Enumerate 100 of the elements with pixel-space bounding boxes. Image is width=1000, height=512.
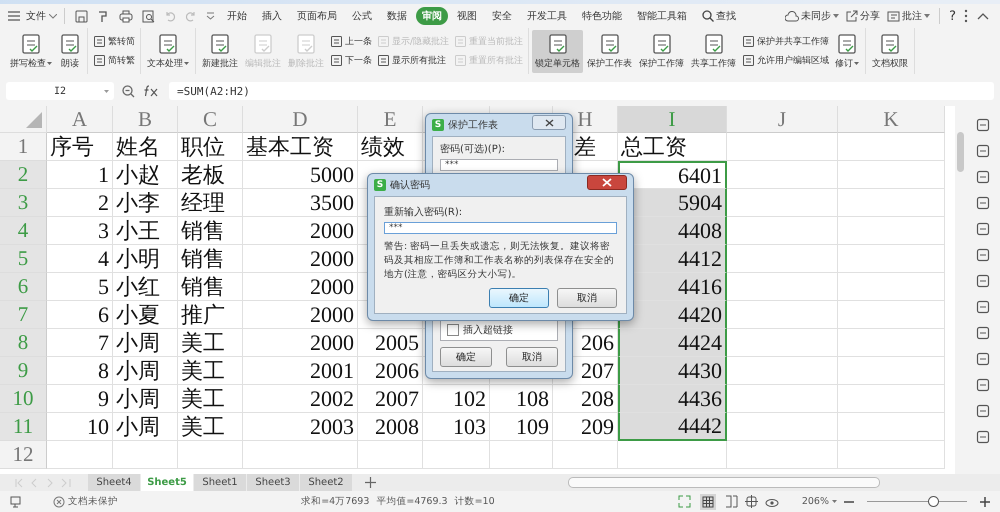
ribbon-button[interactable]: 保护工作表 <box>584 30 636 72</box>
share-button[interactable]: 分享 <box>846 9 880 23</box>
cancel-button[interactable]: 取消 <box>506 347 558 367</box>
sidebar-tool-icon[interactable] <box>976 378 990 392</box>
ribbon-button[interactable]: 修订 <box>832 30 862 72</box>
sidebar-tool-icon[interactable] <box>976 274 990 288</box>
file-menu[interactable]: 文件 <box>26 9 46 23</box>
ribbon-tab[interactable]: 开发工具 <box>521 7 573 25</box>
sidebar-tool-icon[interactable] <box>976 196 990 210</box>
grid-view-icon[interactable] <box>700 494 716 510</box>
table-cell: 小李 <box>113 189 178 217</box>
more-icon[interactable] <box>964 9 968 23</box>
password-field[interactable]: *** <box>440 159 558 171</box>
ribbon-button[interactable]: 简转繁 <box>91 53 137 68</box>
menu-icon[interactable] <box>8 11 20 21</box>
ribbon-button[interactable]: 显示所有批注 <box>375 53 452 68</box>
table-cell: 小周 <box>113 385 178 413</box>
sidebar-tool-icon[interactable] <box>976 404 990 418</box>
function-icon[interactable] <box>143 85 159 97</box>
save-icon[interactable] <box>75 10 88 22</box>
column-header[interactable]: A <box>47 106 113 133</box>
column-header[interactable]: J <box>727 106 838 133</box>
cancel-button[interactable]: 取消 <box>557 288 617 308</box>
protection-status[interactable]: 文档未保护 <box>53 495 118 508</box>
sheet-tab[interactable]: Sheet1 <box>194 474 246 491</box>
ribbon-tab[interactable]: 安全 <box>486 7 518 25</box>
comment-icon <box>887 10 900 22</box>
column-header[interactable]: C <box>178 106 243 133</box>
row-header[interactable]: 1 <box>0 133 47 161</box>
ribbon-button[interactable]: 文本处理 <box>144 30 192 72</box>
ribbon-button[interactable]: 允许用户编辑区域 <box>740 53 832 68</box>
ribbon-button[interactable]: 拼写检查 <box>7 30 55 72</box>
column-header[interactable]: B <box>113 106 178 133</box>
zoom-in-icon[interactable] <box>980 496 990 506</box>
print-preview-icon[interactable] <box>142 10 155 22</box>
table-cell: 3500 <box>243 189 358 217</box>
row-header[interactable]: 12 <box>0 441 47 469</box>
ribbon-tab[interactable]: 插入 <box>256 7 288 25</box>
sidebar-tool-icon[interactable] <box>976 326 990 340</box>
ribbon-tab[interactable]: 数据 <box>381 7 413 25</box>
slider-thumb[interactable] <box>928 496 939 507</box>
ribbon-button[interactable]: 下一条 <box>328 53 374 68</box>
ribbon-button[interactable]: 共享工作簿 <box>688 30 740 72</box>
ribbon-button[interactable]: 繁转简 <box>91 34 137 49</box>
horizontal-scrollbar[interactable] <box>568 477 880 488</box>
sidebar-tool-icon[interactable] <box>976 300 990 314</box>
ribbon-tab[interactable]: 特色功能 <box>576 7 628 25</box>
expand-icon[interactable] <box>678 495 691 508</box>
ok-button[interactable]: 确定 <box>489 288 549 308</box>
ribbon-button[interactable]: 上一条 <box>328 34 374 49</box>
table-cell: 美工 <box>178 413 243 441</box>
close-button[interactable] <box>532 115 566 130</box>
table-cell: 4 <box>47 245 113 273</box>
sidebar-tool-icon[interactable] <box>976 144 990 158</box>
ribbon-tab[interactable]: 视图 <box>451 7 483 25</box>
sheet-tab[interactable]: Sheet3 <box>247 474 299 491</box>
ribbon-button[interactable]: 保护工作簿 <box>636 30 688 72</box>
collapse-icon[interactable] <box>977 12 989 20</box>
comment-button[interactable]: 批注 <box>887 9 930 23</box>
sheet-tab[interactable]: Sheet4 <box>88 474 140 491</box>
print-icon[interactable] <box>119 10 133 22</box>
table-cell: 5000 <box>243 161 358 189</box>
crosshair-icon[interactable] <box>744 495 758 508</box>
sidebar-tool-icon[interactable] <box>976 430 990 444</box>
formula-field[interactable]: =SUM(A2:H2) <box>169 82 994 100</box>
help-button[interactable]: ? <box>949 8 956 24</box>
column-header[interactable]: K <box>838 106 945 133</box>
zoom-level[interactable]: 206% <box>802 496 837 507</box>
sheet-tab[interactable]: Sheet5 <box>141 474 193 491</box>
add-sheet-icon[interactable] <box>365 477 376 488</box>
ribbon-button[interactable]: 朗读 <box>56 30 84 72</box>
ribbon-button[interactable]: 保护并共享工作簿 <box>740 34 832 49</box>
sidebar-tool-icon[interactable] <box>976 248 990 262</box>
name-box[interactable]: I2 <box>6 82 114 100</box>
ribbon-tab[interactable]: 页面布局 <box>291 7 343 25</box>
zoom-icon[interactable] <box>122 84 135 98</box>
ribbon-tab[interactable]: 智能工具箱 <box>631 7 693 25</box>
sidebar-tool-icon[interactable] <box>976 170 990 184</box>
ribbon-button[interactable]: 新建批注 <box>199 30 241 72</box>
page-break-icon[interactable] <box>724 495 738 508</box>
sidebar-tool-icon[interactable] <box>976 352 990 366</box>
search-button[interactable]: 查找 <box>696 7 742 25</box>
dropdown-icon[interactable] <box>206 12 215 20</box>
table-cell: 小周 <box>113 413 178 441</box>
sync-button[interactable]: 未同步 <box>785 9 840 23</box>
ribbon-tab[interactable]: 开始 <box>221 7 253 25</box>
column-header[interactable]: E <box>358 106 423 133</box>
sheet-tab[interactable]: Sheet2 <box>300 474 352 491</box>
checkbox[interactable] <box>447 324 459 336</box>
ok-button[interactable]: 确定 <box>440 347 492 367</box>
ribbon-button[interactable]: 锁定单元格 <box>532 30 584 72</box>
sidebar-tool-icon[interactable] <box>976 118 990 132</box>
ribbon-tab[interactable]: 公式 <box>346 7 378 25</box>
column-header[interactable]: D <box>243 106 358 133</box>
close-button[interactable] <box>587 175 627 190</box>
sidebar-tool-icon[interactable] <box>976 222 990 236</box>
password-field[interactable]: *** <box>384 222 617 234</box>
table-cell: 小红 <box>113 273 178 301</box>
ribbon-tab[interactable]: 审阅 <box>416 7 448 25</box>
ribbon-button[interactable]: 文档权限 <box>869 30 912 72</box>
